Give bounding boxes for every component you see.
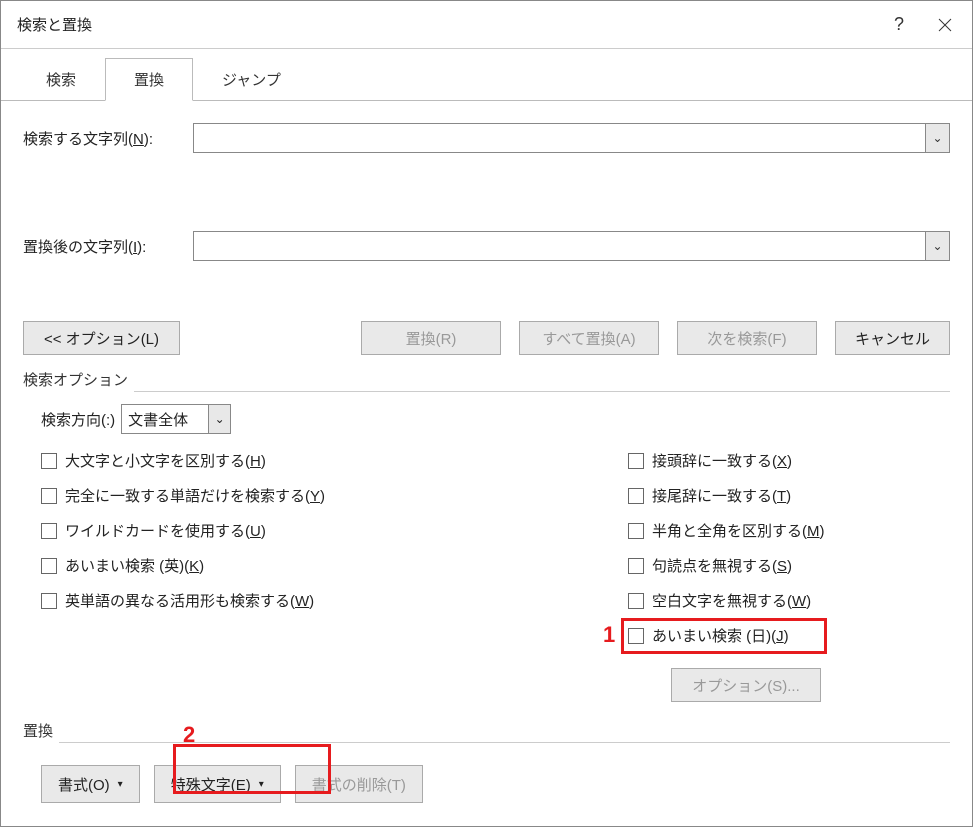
help-button[interactable]: ? [876,2,922,48]
chevron-down-icon: ⌄ [932,239,942,253]
checkbox[interactable] [628,488,644,504]
check-word-forms[interactable]: 英単語の異なる活用形も検索する(W) [41,590,610,611]
replace-section-legend-row: 置換 [23,720,950,755]
checkbox[interactable] [41,523,57,539]
search-options-legend-row: 検索オプション [23,369,950,404]
tab-strip: 検索 置換 ジャンプ [1,57,972,101]
caret-down-icon: ▾ [118,779,123,790]
check-suffix[interactable]: 接尾辞に一致する(T) [628,485,950,506]
titlebar: 検索と置換 ? [1,1,972,49]
replace-input[interactable]: ⌄ [193,231,950,261]
chevron-down-icon: ⌄ [215,412,225,426]
check-ignore-whitespace[interactable]: 空白文字を無視する(W) [628,590,950,611]
annotation-2-box [173,744,331,794]
checkbox[interactable] [628,593,644,609]
replace-section-legend: 置換 [23,720,53,741]
cancel-button[interactable]: キャンセル [835,321,950,355]
dialog-title: 検索と置換 [17,14,92,35]
check-ignore-punct[interactable]: 句読点を無視する(S) [628,555,950,576]
check-half-full-width[interactable]: 半角と全角を区別する(M) [628,520,950,541]
find-input[interactable]: ⌄ [193,123,950,153]
annotation-1-label: 1 [603,622,615,648]
options-less-button[interactable]: << オプション(L) [23,321,180,355]
search-direction-select[interactable]: 文書全体 ⌄ [121,404,231,434]
replace-row: 置換後の文字列(I): ⌄ [23,231,950,261]
close-icon [938,18,952,32]
find-replace-dialog: 検索と置換 ? 検索 置換 ジャンプ 検索する文字列(N): ⌄ 置換後の文字 [0,0,973,827]
find-row: 検索する文字列(N): ⌄ [23,123,950,153]
checkbox[interactable] [41,593,57,609]
checkbox[interactable] [628,523,644,539]
direction-dropdown-button[interactable]: ⌄ [208,405,230,433]
annotation-2-label: 2 [183,722,195,748]
find-next-button[interactable]: 次を検索(F) [677,321,817,355]
checkbox-col-left: 大文字と小文字を区別する(H) 完全に一致する単語だけを検索する(Y) ワイルド… [23,450,610,660]
titlebar-controls: ? [876,1,968,48]
replace-all-button[interactable]: すべて置換(A) [519,321,659,355]
search-direction-row: 検索方向(:) 文書全体 ⌄ [41,404,950,434]
dialog-content: 検索する文字列(N): ⌄ 置換後の文字列(I): ⌄ << オプション(L) … [1,101,972,819]
check-whole-word[interactable]: 完全に一致する単語だけを検索する(Y) [41,485,610,506]
check-match-case[interactable]: 大文字と小文字を区別する(H) [41,450,610,471]
checkbox[interactable] [628,453,644,469]
check-prefix[interactable]: 接頭辞に一致する(X) [628,450,950,471]
checkbox[interactable] [41,558,57,574]
find-dropdown-button[interactable]: ⌄ [925,124,949,152]
search-options-legend: 検索オプション [23,369,128,390]
options-s-button[interactable]: オプション(S)... [671,668,821,702]
checkbox[interactable] [41,488,57,504]
check-sounds-like-en[interactable]: あいまい検索 (英)(K) [41,555,610,576]
main-button-row: << オプション(L) 置換(R) すべて置換(A) 次を検索(F) キャンセル [23,321,950,355]
checkbox[interactable] [628,558,644,574]
tab-replace[interactable]: 置換 [105,58,193,101]
annotation-1-box [621,618,827,654]
check-wildcards[interactable]: ワイルドカードを使用する(U) [41,520,610,541]
options-s-row: オプション(S)... [671,668,950,702]
format-button[interactable]: 書式(O) ▾ [41,765,140,803]
replace-label: 置換後の文字列(I): [23,236,193,257]
close-button[interactable] [922,2,968,48]
tab-search[interactable]: 検索 [17,58,105,101]
checkbox[interactable] [41,453,57,469]
replace-button[interactable]: 置換(R) [361,321,501,355]
search-direction-label: 検索方向(:) [41,409,115,430]
tab-jump[interactable]: ジャンプ [193,58,310,101]
replace-dropdown-button[interactable]: ⌄ [925,232,949,260]
divider [134,391,950,392]
chevron-down-icon: ⌄ [932,131,942,145]
find-label: 検索する文字列(N): [23,128,193,149]
